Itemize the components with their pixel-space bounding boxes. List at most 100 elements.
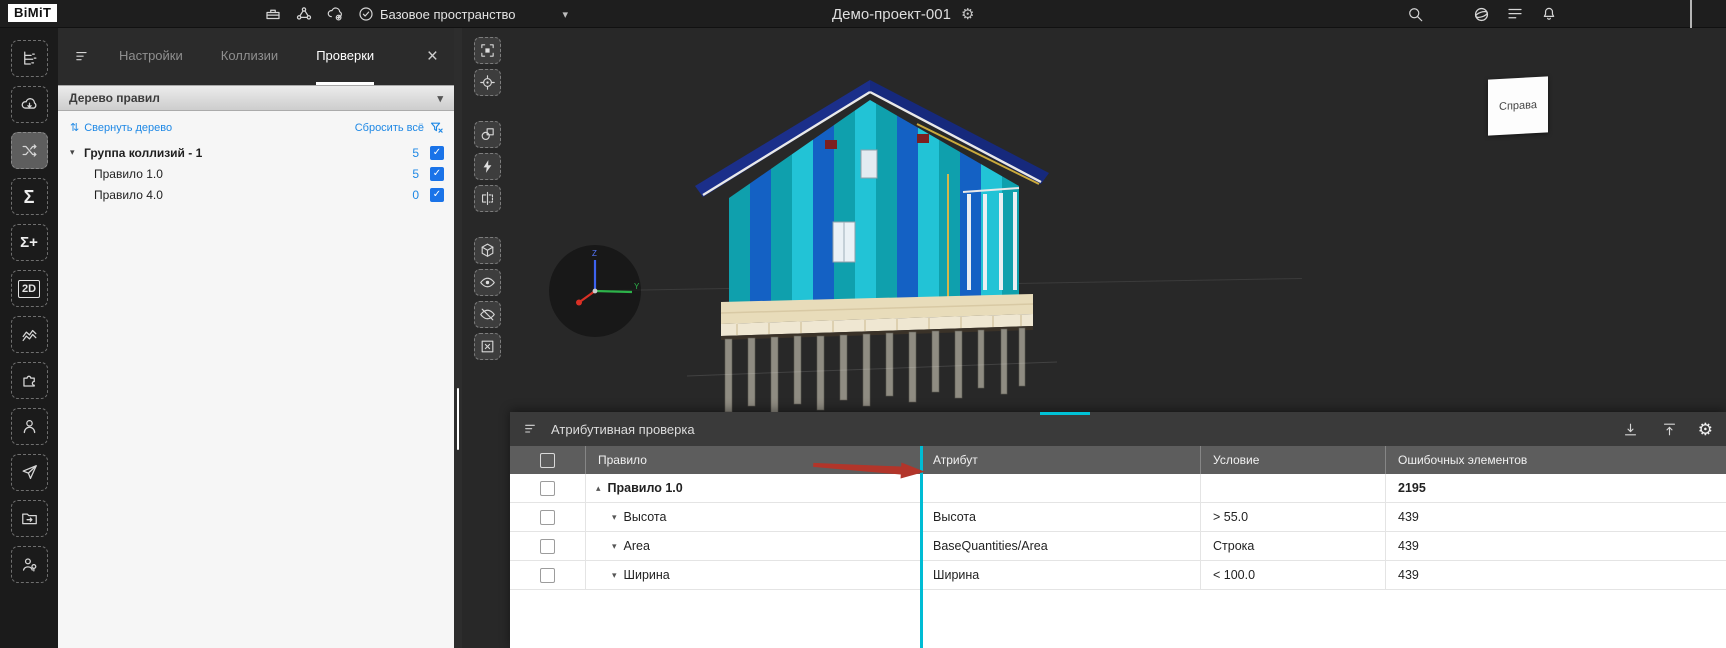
tab-settings[interactable]: Настройки [119,28,183,85]
rail-send-button[interactable] [11,454,48,491]
rail-sum-button[interactable]: Σ [11,178,48,215]
rail-user-location-button[interactable] [11,546,48,583]
topbar: BiMiT Базовое пространство ▾ Демо-проект… [0,0,1726,28]
rail-export-folder-button[interactable] [11,500,48,537]
section-box-button[interactable] [474,237,501,264]
rule-name: Правило 1.0 [608,481,683,495]
clear-selection-button[interactable] [474,333,501,360]
condition-value [1200,474,1385,502]
search-icon[interactable] [1404,3,1426,25]
panel-resize-handle[interactable] [1040,412,1090,415]
condition-value: Строка [1200,532,1385,560]
rail-2d-view-button[interactable]: 2D [11,270,48,307]
cloud-add-icon[interactable] [324,3,346,25]
attribute-check-title: Атрибутивная проверка [551,422,695,437]
table-row[interactable]: ▾ Ширина Ширина < 100.0 439 [510,561,1726,590]
panel-header-icons: ⚙ [1620,418,1713,440]
column-header-errors[interactable]: Ошибочных элементов [1385,446,1726,474]
rail-user-button[interactable] [11,408,48,445]
cube-icon [479,242,496,259]
settings-gear-icon[interactable]: ⚙ [1698,421,1713,438]
app-root: BiMiT Базовое пространство ▾ Демо-проект… [0,0,1726,648]
fit-view-button[interactable] [474,37,501,64]
app-logo[interactable]: BiMiT [8,4,57,22]
toolbox-icon[interactable] [262,3,284,25]
check-circle-icon[interactable] [355,3,377,25]
workspace-label: Базовое пространство [380,7,516,22]
team-icon[interactable] [293,3,315,25]
errors-count: 439 [1385,561,1726,589]
rule-name: Высота [624,510,667,524]
model-tree-icon [20,49,39,68]
chevron-down-icon: ▾ [562,8,568,21]
view-cube-face[interactable]: Справа [1488,76,1548,135]
align-bottom-icon[interactable] [1620,418,1642,440]
errors-count: 439 [1385,503,1726,531]
row-checkbox[interactable] [540,539,555,554]
select-all-checkbox[interactable] [540,453,555,468]
y-axis [595,291,632,292]
lightning-icon [479,158,496,175]
expand-caret-icon[interactable]: ▾ [612,541,617,552]
eye-icon [479,274,496,291]
close-icon[interactable]: × [427,47,438,66]
tree-item-checkbox[interactable]: ✓ [430,146,444,160]
viewport-3d[interactable]: Z Y Справа Атрибутивная проверка [462,28,1726,648]
rules-tree-title: Дерево правил [69,91,160,105]
row-checkbox[interactable] [540,568,555,583]
panel-menu-icon[interactable] [74,48,91,65]
quick-render-button[interactable] [474,153,501,180]
panel-menu-icon[interactable] [523,421,539,437]
rail-cloud-button[interactable] [11,86,48,123]
expand-caret-icon[interactable]: ▾ [612,570,617,581]
tab-collisions[interactable]: Коллизии [221,28,278,85]
scrollbar-thumb[interactable] [457,388,459,450]
rail-graphs-button[interactable] [11,316,48,353]
rules-tree-dropdown[interactable]: Дерево правил ▾ [58,85,454,111]
tree-item-checkbox[interactable]: ✓ [430,167,444,181]
table-row[interactable]: ▾ Высота Высота > 55.0 439 [510,503,1726,532]
collapse-caret-icon[interactable]: ▴ [596,483,601,494]
row-checkbox[interactable] [540,510,555,525]
tree-item-group[interactable]: ▾ Группа коллизий - 1 5 ✓ [58,142,454,163]
rail-model-tree-button[interactable] [11,40,48,77]
show-elements-button[interactable] [474,269,501,296]
sphere-icon[interactable] [1470,3,1492,25]
tree-item-rule-1[interactable]: Правило 1.0 5 ✓ [58,163,454,184]
column-header-condition[interactable]: Условие [1200,446,1385,474]
list-icon[interactable] [1504,3,1526,25]
z-axis-label: Z [592,249,597,258]
errors-count: 2195 [1385,474,1726,502]
hide-elements-button[interactable] [474,301,501,328]
fit-view-icon [479,42,496,59]
sort-arrows-icon: ⇅ [70,121,79,134]
graphs-icon [20,325,39,344]
reset-all-link[interactable]: Сбросить всё [355,120,444,135]
navigation-gizmo[interactable]: Z Y [548,244,642,338]
expand-caret-icon[interactable]: ▾ [612,512,617,523]
align-top-icon[interactable] [1659,418,1681,440]
house-model [667,76,1062,426]
topbar-toolbar [262,0,377,28]
project-settings-gear-icon[interactable]: ⚙ [961,7,974,22]
checks-panel: Настройки Коллизии Проверки × Дерево пра… [58,28,454,648]
row-checkbox[interactable] [540,481,555,496]
table-row[interactable]: ▴ Правило 1.0 2195 [510,474,1726,503]
tab-checks[interactable]: Проверки [316,28,374,85]
locate-button[interactable] [474,69,501,96]
rail-sum-plus-button[interactable]: Σ+ [11,224,48,261]
section-button[interactable] [474,185,501,212]
caret-down-icon[interactable]: ▾ [70,147,84,158]
collapse-tree-link[interactable]: ⇅ Свернуть дерево [70,121,172,134]
column-header-attribute[interactable]: Атрибут [920,446,1200,474]
tree-item-rule-4[interactable]: Правило 4.0 0 ✓ [58,184,454,205]
bell-icon[interactable] [1538,3,1560,25]
y-axis-label: Y [634,282,640,291]
rail-clash-check-button[interactable] [11,132,48,169]
rail-plugins-button[interactable] [11,362,48,399]
attribute-check-table: Правило Атрибут Условие Ошибочных элемен… [510,446,1726,648]
tree-item-checkbox[interactable]: ✓ [430,188,444,202]
table-row[interactable]: ▾ Area BaseQuantities/Area Строка 439 [510,532,1726,561]
render-region-button[interactable] [474,121,501,148]
workspace-selector[interactable]: Базовое пространство ▾ [380,0,568,28]
